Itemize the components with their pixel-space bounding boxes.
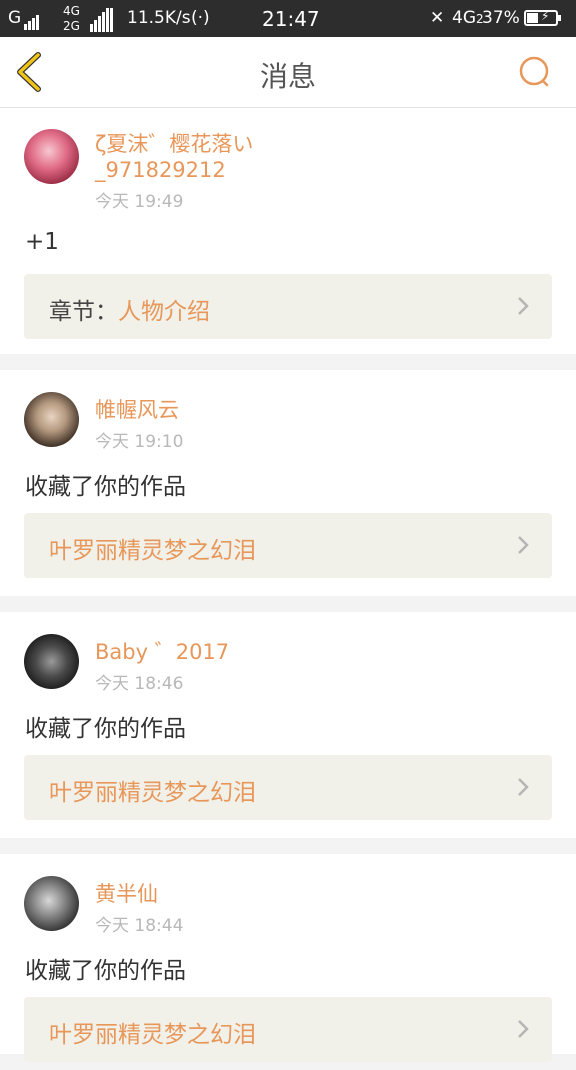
battery-percent: 37% xyxy=(482,8,520,28)
signal-2-icon xyxy=(90,8,114,32)
ref-prefix: 章节： xyxy=(49,299,118,325)
ref-value: 叶罗丽精灵梦之幻泪 xyxy=(49,780,256,806)
page-title: 消息 xyxy=(259,60,316,93)
timestamp: 今天 18:46 xyxy=(95,674,184,694)
work-link[interactable]: 叶罗丽精灵梦之幻泪 xyxy=(24,513,552,578)
message-card: 黄半仙 今天 18:44 收藏了你的作品 叶罗丽精灵梦之幻泪 xyxy=(0,854,576,1062)
chevron-right-icon xyxy=(518,1020,529,1038)
chapter-link[interactable]: 章节：人物介绍 xyxy=(24,274,552,339)
message-text: 收藏了你的作品 xyxy=(25,716,186,742)
work-link[interactable]: 叶罗丽精灵梦之幻泪 xyxy=(24,997,552,1062)
ref-text: 章节：人物介绍 xyxy=(49,292,210,326)
hotspot-icon: (·) xyxy=(191,8,210,28)
message-text: +1 xyxy=(25,229,59,255)
battery-icon: ⚡ xyxy=(524,9,561,26)
work-link[interactable]: 叶罗丽精灵梦之幻泪 xyxy=(24,755,552,820)
search-button[interactable] xyxy=(512,51,556,95)
network-speed: 11.5K/s xyxy=(127,8,191,28)
chevron-right-icon xyxy=(518,536,529,554)
net-4g-label: 4G xyxy=(63,4,80,18)
search-icon xyxy=(519,56,549,87)
chevron-right-icon xyxy=(518,297,529,315)
avatar[interactable] xyxy=(24,129,79,184)
mute-icon: ✕ xyxy=(430,8,445,28)
message-card: Baby ゛2017 今天 18:46 收藏了你的作品 叶罗丽精灵梦之幻泪 xyxy=(0,612,576,838)
ref-text: 叶罗丽精灵梦之幻泪 xyxy=(49,773,256,807)
username[interactable]: 帷幄风云 xyxy=(95,397,179,423)
net-4g2-label: 4G2 xyxy=(452,8,484,28)
message-card: 帷幄风云 今天 19:10 收藏了你的作品 叶罗丽精灵梦之幻泪 xyxy=(0,370,576,596)
avatar[interactable] xyxy=(24,876,79,931)
ref-value: 叶罗丽精灵梦之幻泪 xyxy=(49,1022,256,1048)
timestamp: 今天 19:49 xyxy=(95,192,184,212)
timestamp: 今天 18:44 xyxy=(95,916,184,936)
status-bar: G 4G 2G 11.5K/s (·) 21:47 ✕ 4G2 37% ⚡ xyxy=(0,0,576,37)
ref-text: 叶罗丽精灵梦之幻泪 xyxy=(49,531,256,565)
message-list: ζ夏沫゛樱花落い _971829212 今天 19:49 +1 章节：人物介绍 … xyxy=(0,108,576,1070)
timestamp: 今天 19:10 xyxy=(95,432,184,452)
message-text: 收藏了你的作品 xyxy=(25,958,186,984)
ref-value: 人物介绍 xyxy=(118,299,210,325)
username[interactable]: ζ夏沫゛樱花落い _971829212 xyxy=(95,131,253,183)
message-card: ζ夏沫゛樱花落い _971829212 今天 19:49 +1 章节：人物介绍 xyxy=(0,108,576,354)
avatar[interactable] xyxy=(24,634,79,689)
avatar[interactable] xyxy=(24,392,79,447)
ref-text: 叶罗丽精灵梦之幻泪 xyxy=(49,1015,256,1049)
signal-icon xyxy=(24,10,40,30)
username[interactable]: Baby ゛2017 xyxy=(95,639,229,665)
message-text: 收藏了你的作品 xyxy=(25,474,186,500)
nav-bar: 消息 xyxy=(0,37,576,108)
carrier-g: G xyxy=(8,8,22,28)
clock: 21:47 xyxy=(262,7,320,31)
chevron-right-icon xyxy=(518,778,529,796)
username[interactable]: 黄半仙 xyxy=(95,881,158,907)
net-2g-label: 2G xyxy=(63,19,80,33)
ref-value: 叶罗丽精灵梦之幻泪 xyxy=(49,538,256,564)
